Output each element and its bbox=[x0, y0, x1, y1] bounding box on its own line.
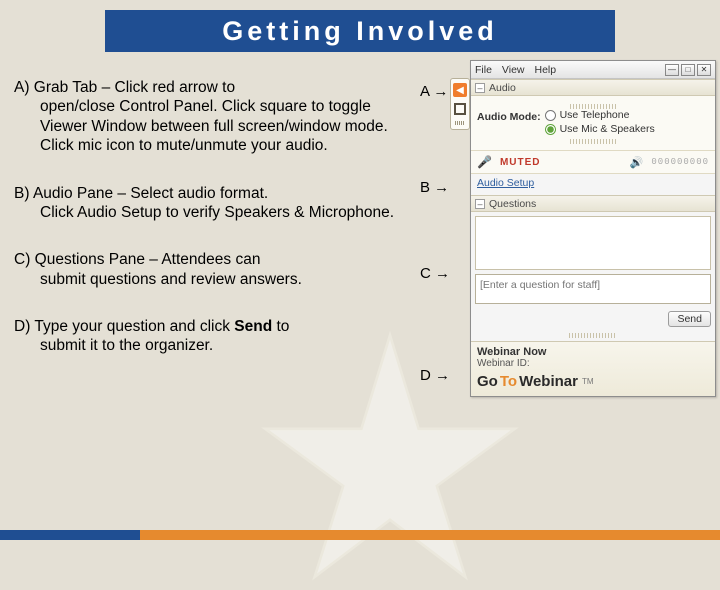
mic-icon[interactable]: 🎤 bbox=[477, 155, 492, 169]
radio-telephone-label: Use Telephone bbox=[560, 109, 630, 121]
grip-icon bbox=[569, 333, 618, 338]
questions-section-header[interactable]: – Questions bbox=[471, 195, 715, 212]
page-title: Getting Involved bbox=[105, 10, 615, 52]
close-icon[interactable]: ✕ bbox=[697, 64, 711, 76]
audio-section-header[interactable]: – Audio bbox=[471, 79, 715, 96]
audio-pane: Audio Mode: Use Telephone Use Mic & Spea… bbox=[471, 96, 715, 150]
fullscreen-toggle-icon[interactable] bbox=[454, 103, 466, 115]
menu-help[interactable]: Help bbox=[535, 64, 557, 76]
audio-mode-label: Audio Mode: bbox=[477, 109, 541, 123]
collapse-icon[interactable]: – bbox=[475, 199, 485, 209]
radio-mic-speakers[interactable]: Use Mic & Speakers bbox=[545, 123, 655, 135]
menu-view[interactable]: View bbox=[502, 64, 525, 76]
mute-row: 🎤 MUTED 🔊 000000000 bbox=[471, 150, 715, 174]
menubar: File View Help — □ ✕ bbox=[471, 61, 715, 79]
webinar-title: Webinar Now bbox=[477, 346, 709, 358]
marker-d: D → bbox=[420, 367, 450, 384]
webinar-id-label: Webinar ID: bbox=[477, 358, 709, 369]
para-a: A) Grab Tab – Click red arrow to open/cl… bbox=[14, 78, 414, 156]
menu-file[interactable]: File bbox=[475, 64, 492, 76]
question-input[interactable] bbox=[475, 274, 711, 304]
para-b: B) Audio Pane – Select audio format. Cli… bbox=[14, 184, 414, 223]
muted-status: MUTED bbox=[500, 157, 541, 168]
grab-tab[interactable]: ◀ bbox=[450, 78, 470, 130]
para-d: D) Type your question and click Send to … bbox=[14, 317, 414, 356]
questions-log bbox=[475, 216, 711, 270]
collapse-icon[interactable]: – bbox=[475, 83, 485, 93]
grab-grip-icon bbox=[455, 121, 465, 125]
speaker-icon[interactable]: 🔊 bbox=[630, 156, 644, 169]
panel-footer: Webinar Now Webinar ID: GoToWebinarTM bbox=[471, 341, 715, 396]
para-c: C) Questions Pane – Attendees can submit… bbox=[14, 250, 414, 289]
grip-icon bbox=[570, 139, 616, 144]
maximize-icon[interactable]: □ bbox=[681, 64, 695, 76]
radio-mic-input[interactable] bbox=[545, 124, 556, 135]
questions-section-title: Questions bbox=[489, 198, 536, 210]
marker-b: B → bbox=[420, 179, 449, 196]
send-button[interactable]: Send bbox=[668, 311, 711, 327]
audio-section-title: Audio bbox=[489, 82, 516, 94]
brand-logo: GoToWebinarTM bbox=[477, 373, 709, 390]
minimize-icon[interactable]: — bbox=[665, 64, 679, 76]
radio-telephone-input[interactable] bbox=[545, 110, 556, 121]
collapse-arrow-icon[interactable]: ◀ bbox=[453, 83, 467, 97]
radio-mic-label: Use Mic & Speakers bbox=[560, 123, 655, 135]
instruction-text: A) Grab Tab – Click red arrow to open/cl… bbox=[14, 78, 414, 384]
marker-a: A → bbox=[420, 83, 448, 100]
gotowebinar-panel: ◀ File View Help — □ ✕ – Audio Audio Mod… bbox=[450, 60, 716, 397]
audio-setup-link[interactable]: Audio Setup bbox=[477, 177, 534, 189]
slide-footer-bar bbox=[0, 530, 720, 540]
volume-meter: 000000000 bbox=[651, 157, 709, 167]
marker-c: C → bbox=[420, 265, 450, 282]
radio-telephone[interactable]: Use Telephone bbox=[545, 109, 655, 121]
